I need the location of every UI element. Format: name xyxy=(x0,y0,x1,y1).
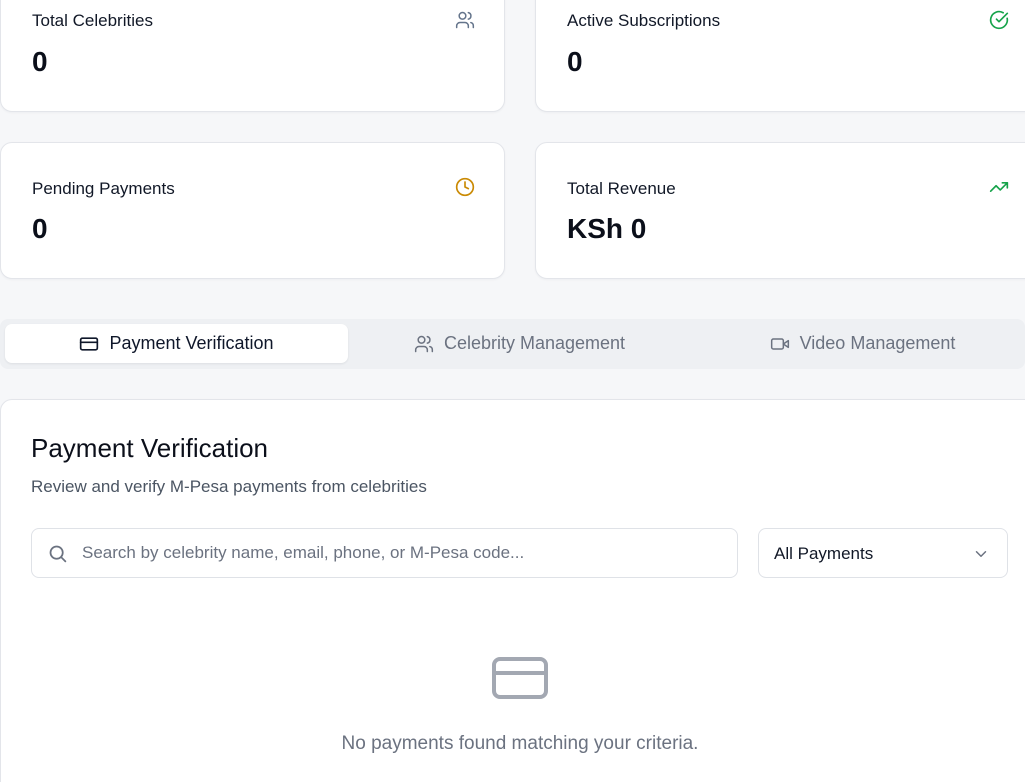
search-box xyxy=(31,528,738,578)
stat-value: 0 xyxy=(32,213,48,244)
stat-title: Active Subscriptions xyxy=(567,11,721,30)
users-icon xyxy=(455,10,475,30)
tab-label: Celebrity Management xyxy=(443,333,626,353)
video-icon xyxy=(770,337,789,350)
stat-title: Pending Payments xyxy=(32,179,175,198)
stat-card-total-celebrities: Total Celebrities 0 xyxy=(0,0,505,112)
stat-card-pending-payments: Pending Payments 0 xyxy=(0,142,505,279)
search-icon xyxy=(49,545,67,563)
panel-title: Payment Verification xyxy=(31,433,269,463)
stat-card-total-revenue: Total Revenue KSh 0 xyxy=(535,142,1025,279)
tab-celebrity-management[interactable]: Celebrity Management xyxy=(348,324,691,363)
users-icon xyxy=(414,335,434,352)
tab-label: Video Management xyxy=(799,333,956,353)
panel-subtitle: Review and verify M-Pesa payments from c… xyxy=(31,477,427,496)
stat-value: 0 xyxy=(32,46,48,77)
tab-video-management[interactable]: Video Management xyxy=(691,324,1025,363)
stat-title: Total Celebrities xyxy=(32,11,153,30)
payment-filter-select[interactable]: All Payments xyxy=(758,528,1008,578)
stat-value: 0 xyxy=(567,46,583,77)
admin-dashboard: Total Celebrities 0 Active Subscriptions… xyxy=(0,0,1025,782)
tab-payment-verification[interactable]: Payment Verification xyxy=(5,324,348,363)
stat-title: Total Revenue xyxy=(567,179,676,198)
stat-value: KSh 0 xyxy=(567,213,647,244)
search-input[interactable] xyxy=(82,529,722,577)
credit-card-icon xyxy=(492,657,548,699)
tab-bar: Payment Verification Celebrity Managemen… xyxy=(0,319,1025,369)
stat-card-active-subscriptions: Active Subscriptions 0 xyxy=(535,0,1025,112)
check-circle-icon xyxy=(989,10,1009,30)
empty-state-message: No payments found matching your criteria… xyxy=(341,733,699,754)
trending-up-icon xyxy=(989,177,1009,197)
chevron-down-icon xyxy=(975,551,987,557)
clock-icon xyxy=(455,177,475,197)
credit-card-icon xyxy=(80,336,99,351)
filter-selected-value: All Payments xyxy=(774,544,874,563)
tab-label: Payment Verification xyxy=(109,333,274,353)
